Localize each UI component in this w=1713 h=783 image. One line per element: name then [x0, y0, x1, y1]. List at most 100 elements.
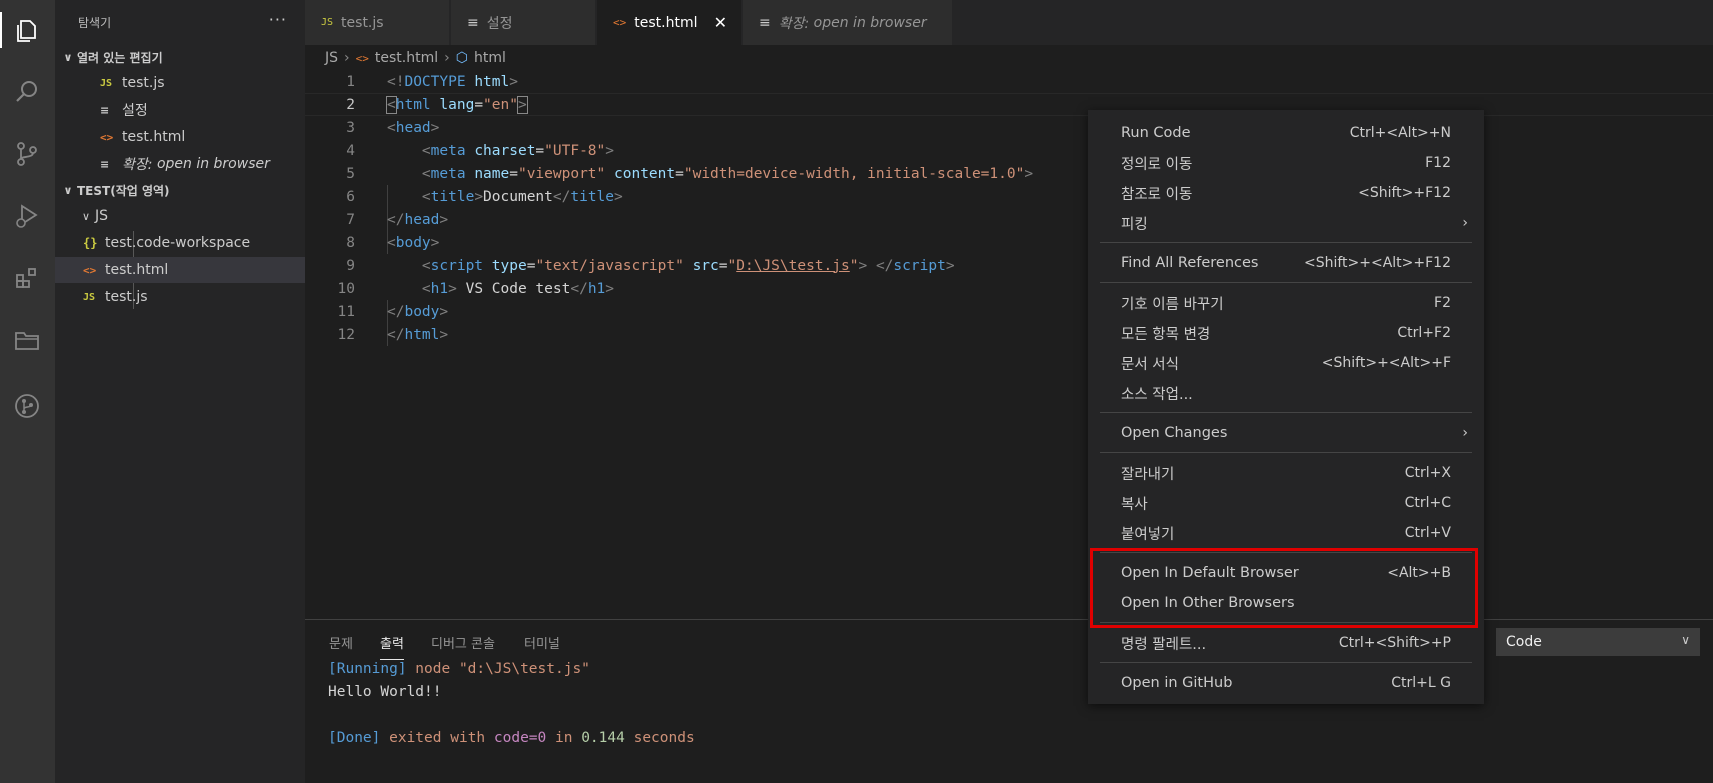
html-file-icon: <> — [613, 16, 627, 29]
menu-item-run-code[interactable]: Run Code Ctrl+<Alt>+N — [1088, 118, 1484, 148]
menu-item-find-all-references[interactable]: Find All References <Shift>+<Alt>+F12 — [1088, 248, 1484, 278]
code-line[interactable]: 9 <script type="text/javascript" src="D:… — [305, 254, 1713, 277]
menu-item-command-palette[interactable]: 명령 팔레트... Ctrl+<Shift>+P — [1088, 628, 1484, 658]
menu-separator — [1100, 412, 1472, 413]
folder-icon[interactable] — [9, 322, 45, 358]
menu-item-copy[interactable]: 복사 Ctrl+C — [1088, 488, 1484, 518]
file-item-test-html[interactable]: <> test.html — [55, 257, 305, 283]
tab-settings[interactable]: ≡ 설정 — [451, 0, 596, 45]
tab-test-html[interactable]: <> test.html ✕ — [597, 0, 742, 45]
chevron-down-icon: ∨ — [63, 183, 73, 197]
breadcrumb-item[interactable]: JS — [325, 50, 338, 66]
menu-item-format-document[interactable]: 문서 서식 <Shift>+<Alt>+F — [1088, 348, 1484, 378]
code-line[interactable]: 1 <!DOCTYPE html> — [305, 70, 1713, 93]
open-editor-item-test-html[interactable]: <> test.html — [55, 124, 305, 150]
code-line[interactable]: 11 </body> — [305, 300, 1713, 323]
open-editor-item-test-js[interactable]: JS test.js — [55, 70, 305, 96]
output-channel-select[interactable]: Code ∨ — [1496, 628, 1700, 656]
js-file-icon: JS — [83, 291, 96, 303]
search-icon[interactable] — [9, 74, 45, 110]
workspace-header[interactable]: ∨ TEST(작업 영역) — [55, 178, 305, 202]
file-label: test.js — [105, 289, 148, 305]
folder-label: JS — [95, 208, 109, 224]
js-file-icon: JS — [100, 77, 113, 89]
chevron-right-icon: › — [344, 50, 350, 66]
chevron-right-icon: › — [1462, 215, 1468, 231]
chevron-down-icon: ∨ — [63, 50, 73, 64]
menu-item-change-all[interactable]: 모든 항목 변경 Ctrl+F2 — [1088, 318, 1484, 348]
sidebar-title: 탐색기 — [78, 16, 112, 30]
menu-separator — [1100, 662, 1472, 663]
bottom-panel: 문제 출력 디버그 콘솔 터미널 Code ∨ [Running] node "… — [305, 619, 1713, 783]
html-file-icon: <> — [100, 130, 114, 144]
html-file-icon: <> — [355, 51, 369, 65]
tab-problems[interactable]: 문제 — [329, 633, 353, 652]
code-line-current[interactable]: 2 <html lang="en"> — [305, 93, 1713, 116]
open-editor-item-extension[interactable]: ≡ 확장: open in browser — [55, 151, 305, 177]
code-line[interactable]: 5 <meta name="viewport" content="width=d… — [305, 162, 1713, 185]
chevron-right-icon: › — [444, 50, 450, 66]
extension-page-icon: ≡ — [759, 14, 771, 31]
json-file-icon: {} — [83, 236, 98, 250]
settings-file-icon: ≡ — [467, 14, 479, 31]
tab-output[interactable]: 출력 — [380, 633, 404, 660]
source-control-icon[interactable] — [9, 136, 45, 172]
menu-item-open-changes[interactable]: Open Changes › — [1088, 418, 1484, 448]
folder-js[interactable]: ∨ JS — [55, 203, 305, 229]
annotation-highlight-box — [1090, 548, 1478, 628]
chevron-right-icon: › — [1462, 425, 1468, 441]
run-debug-icon[interactable] — [9, 198, 45, 234]
open-editor-label-prefix: 확장: — [122, 157, 153, 173]
code-line[interactable]: 4 <meta charset="UTF-8"> — [305, 139, 1713, 162]
open-editor-label: 설정 — [122, 103, 148, 119]
code-line[interactable]: 12 </html> — [305, 323, 1713, 346]
menu-separator — [1100, 452, 1472, 453]
extensions-icon[interactable] — [9, 260, 45, 296]
code-line[interactable]: 7 </head> — [305, 208, 1713, 231]
menu-item-go-to-definition[interactable]: 정의로 이동 F12 — [1088, 148, 1484, 178]
file-label: test.code-workspace — [105, 235, 251, 251]
menu-item-cut[interactable]: 잘라내기 Ctrl+X — [1088, 458, 1484, 488]
menu-item-rename-symbol[interactable]: 기호 이름 바꾸기 F2 — [1088, 288, 1484, 318]
code-line[interactable]: 3 <head> — [305, 116, 1713, 139]
menu-item-source-action[interactable]: 소스 작업... — [1088, 378, 1484, 408]
js-file-icon: JS — [321, 17, 334, 28]
open-editor-label: open in browser — [156, 156, 270, 172]
code-line[interactable]: 6 <title>Document</title> — [305, 185, 1713, 208]
tab-test-js[interactable]: JS test.js — [305, 0, 450, 45]
editor-tab-bar: JS test.js ≡ 설정 <> test.html ✕ ≡ 확장: ope… — [305, 0, 1713, 45]
menu-item-go-to-references[interactable]: 참조로 이동 <Shift>+F12 — [1088, 178, 1484, 208]
extension-page-icon: ≡ — [100, 157, 110, 171]
code-line[interactable]: 10 <h1> VS Code test</h1> — [305, 277, 1713, 300]
open-editor-label: test.html — [122, 129, 186, 145]
breadcrumb: JS › <> test.html › ⬡ html — [325, 47, 512, 69]
code-editor[interactable]: 1 <!DOCTYPE html> 2 <html lang="en"> 3 <… — [305, 70, 1713, 618]
tab-terminal[interactable]: 터미널 — [524, 633, 560, 652]
tab-extension-open-in-browser[interactable]: ≡ 확장: open in browser — [743, 0, 953, 45]
menu-separator — [1100, 282, 1472, 283]
open-editors-header[interactable]: ∨ 열려 있는 편집기 — [55, 45, 305, 69]
more-actions-icon[interactable]: ··· — [269, 10, 287, 29]
menu-separator — [1100, 242, 1472, 243]
file-item-workspace[interactable]: {} test.code-workspace — [55, 230, 305, 256]
open-editor-item-settings[interactable]: ≡ 설정 — [55, 97, 305, 123]
tab-debug-console[interactable]: 디버그 콘솔 — [431, 633, 495, 652]
breadcrumb-item[interactable]: html — [474, 50, 506, 66]
breadcrumb-item[interactable]: test.html — [375, 50, 438, 66]
git-graph-icon[interactable] — [9, 388, 45, 424]
file-label: test.html — [105, 262, 169, 278]
explorer-sidebar: 탐색기 ··· ∨ 열려 있는 편집기 JS test.js ≡ 설정 <> t… — [55, 0, 305, 783]
menu-item-paste[interactable]: 붙여넣기 Ctrl+V — [1088, 518, 1484, 548]
explorer-icon[interactable] — [0, 12, 45, 48]
file-item-test-js[interactable]: JS test.js — [55, 284, 305, 310]
close-icon[interactable]: ✕ — [714, 13, 727, 32]
chevron-down-icon: ∨ — [1681, 633, 1690, 647]
menu-item-peek[interactable]: 피킹 › — [1088, 208, 1484, 238]
html-file-icon: <> — [83, 263, 97, 277]
settings-file-icon: ≡ — [100, 103, 110, 117]
menu-item-open-in-github[interactable]: Open in GitHub Ctrl+L G — [1088, 668, 1484, 698]
code-line[interactable]: 8 <body> — [305, 231, 1713, 254]
open-editor-label: test.js — [122, 75, 165, 91]
output-line: Hello World!! — [328, 684, 442, 700]
html-element-icon: ⬡ — [455, 50, 468, 66]
